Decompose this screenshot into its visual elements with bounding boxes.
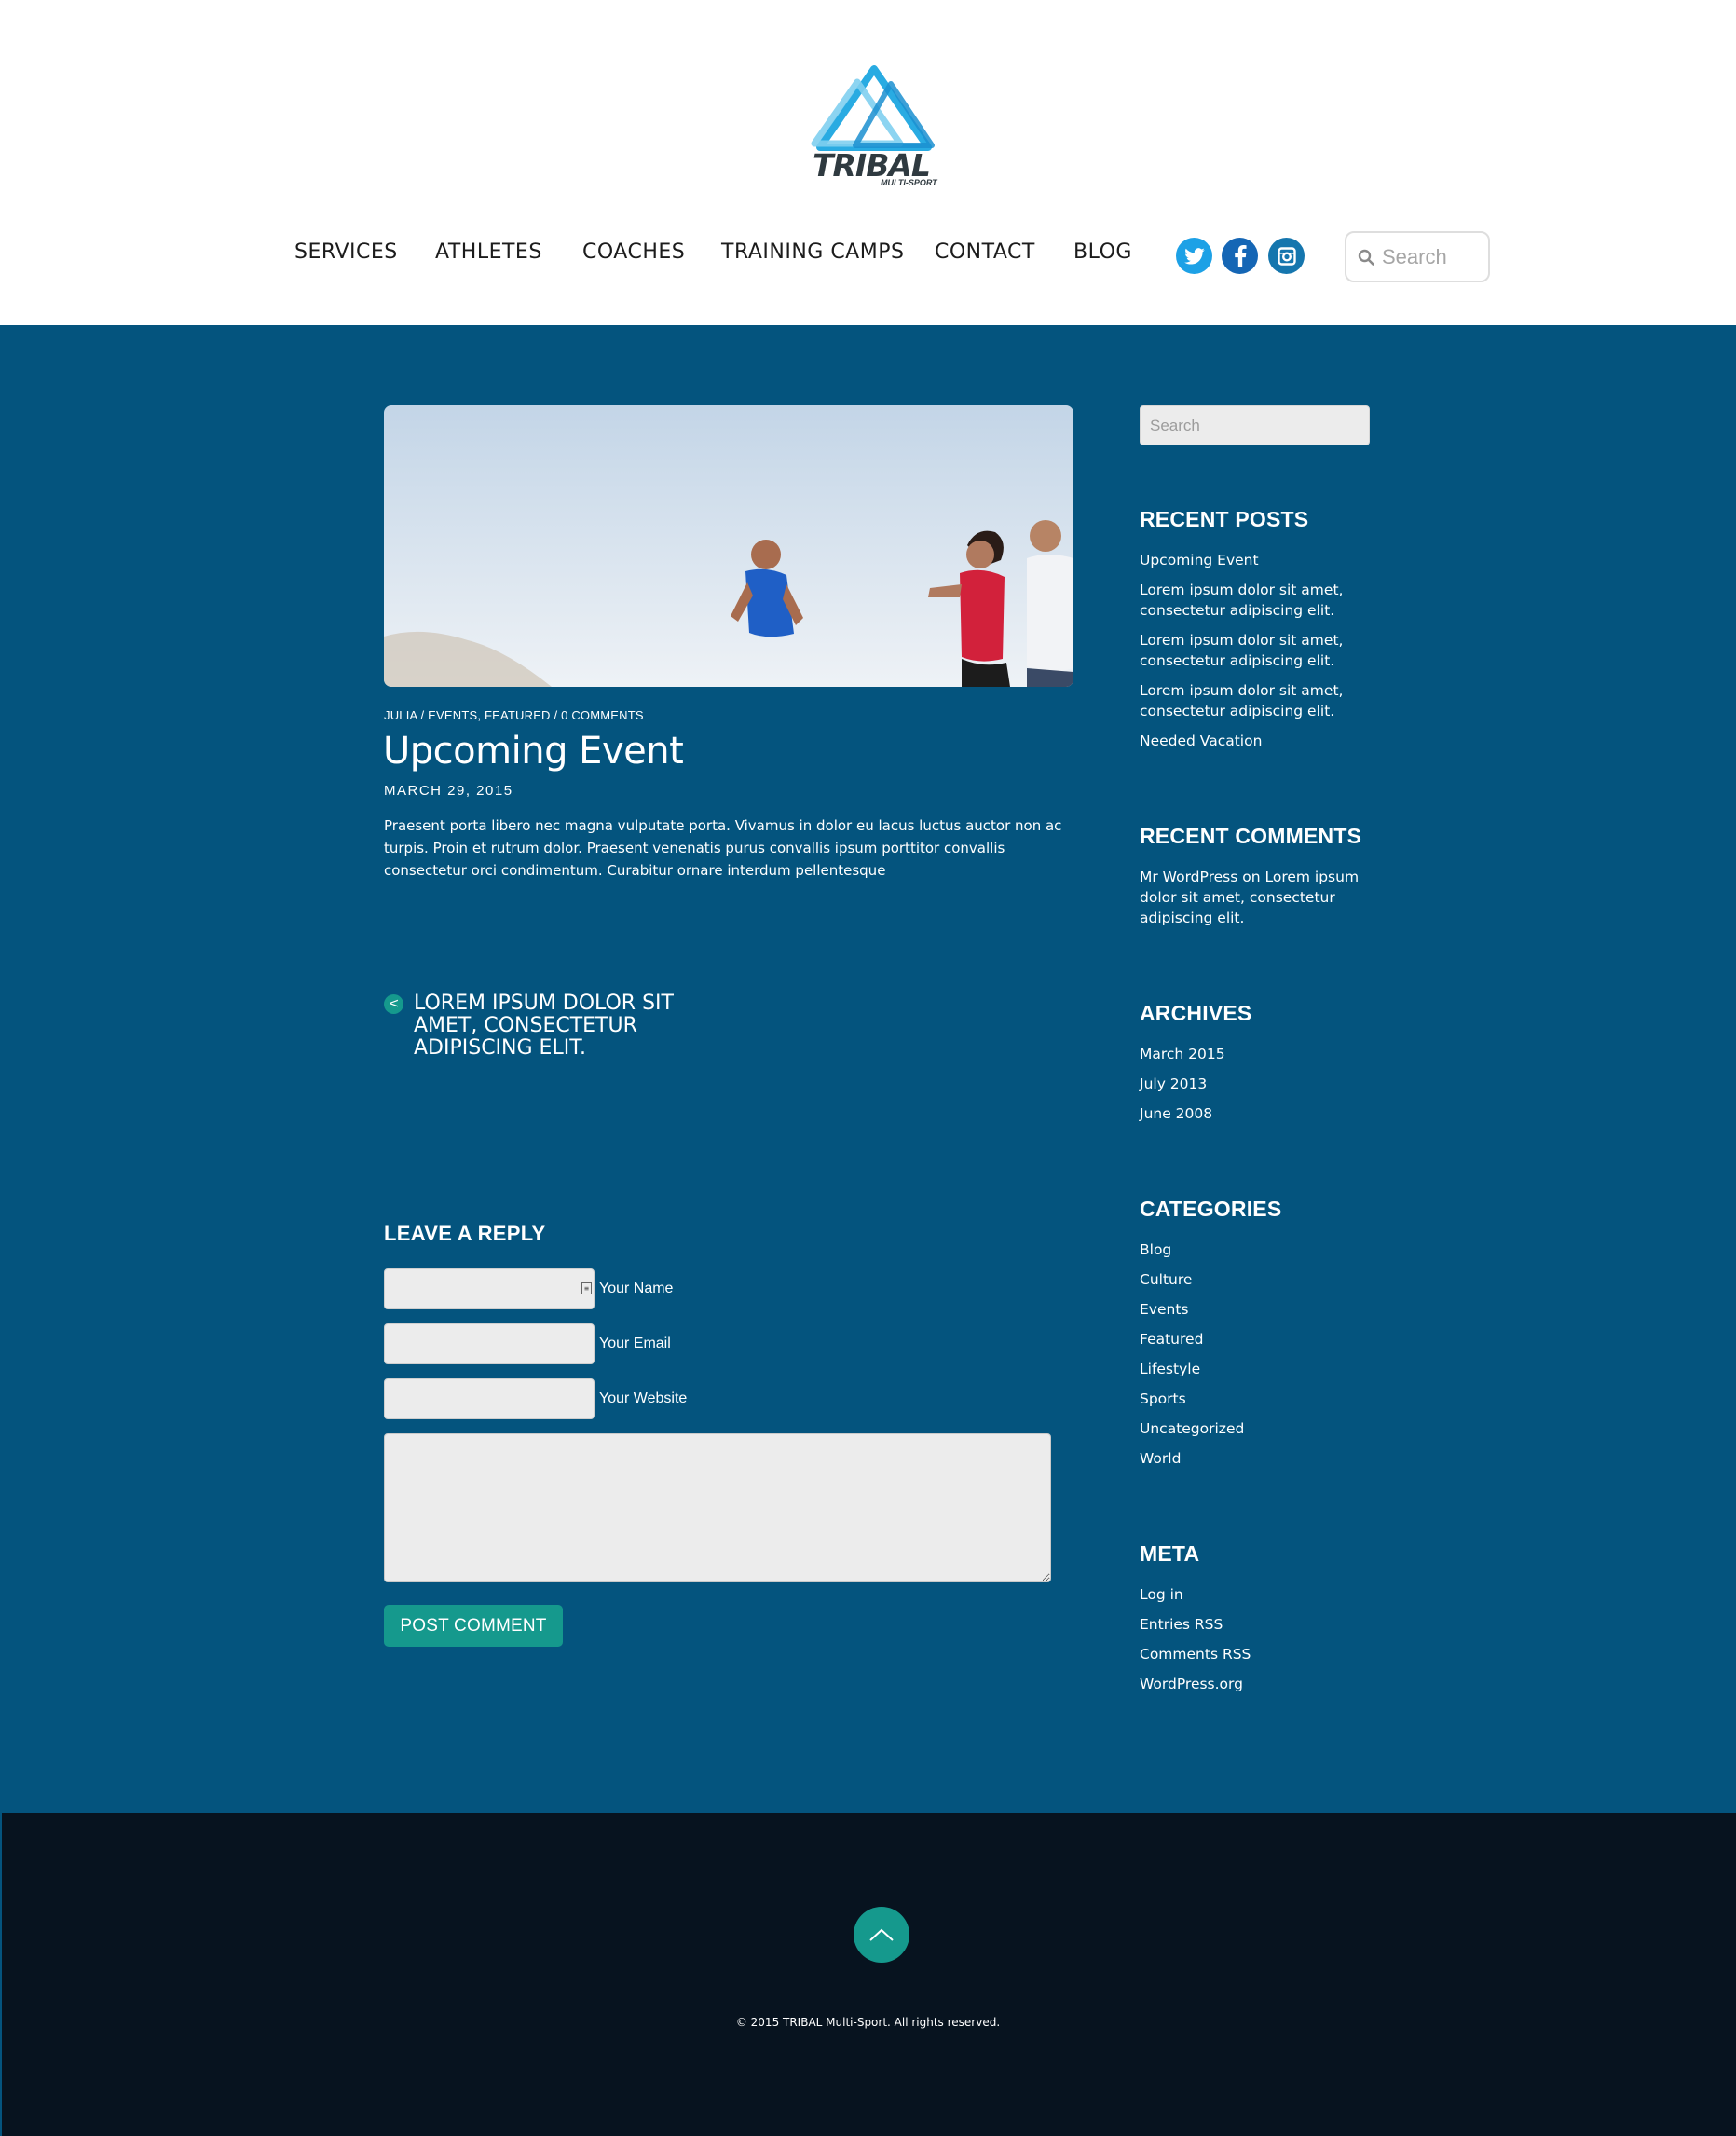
archive-link[interactable]: June 2008 (1140, 1103, 1363, 1124)
nav-training-camps[interactable]: TRAINING CAMPS (721, 240, 904, 264)
copyright: © 2015 TRIBAL Multi-Sport. All rights re… (735, 2016, 1001, 2029)
category-link[interactable]: Uncategorized (1140, 1418, 1363, 1439)
meta-link[interactable]: Log in (1140, 1584, 1363, 1605)
twitter-icon[interactable] (1176, 238, 1212, 274)
recent-comments-title: RECENT COMMENTS (1140, 824, 1362, 848)
post-meta: JULIA / EVENTS, FEATURED / 0 COMMENTS (384, 708, 644, 722)
recent-post-link[interactable]: Needed Vacation (1140, 731, 1363, 751)
header-search (1345, 231, 1490, 282)
post-body: Praesent porta libero nec magna vulputat… (384, 817, 1062, 879)
post-title: Upcoming Event (383, 730, 684, 773)
category-link[interactable]: World (1140, 1448, 1363, 1469)
site-header: TRIBAL MULTI-SPORT SERVICES ATHLETES COA… (0, 0, 1736, 325)
facebook-icon[interactable] (1222, 238, 1258, 274)
nav-services[interactable]: SERVICES (294, 240, 398, 264)
reply-title: LEAVE A REPLY (384, 1222, 546, 1245)
meta-title: META (1140, 1541, 1200, 1566)
website-input[interactable] (384, 1378, 595, 1419)
category-link[interactable]: Lifestyle (1140, 1359, 1363, 1379)
recent-post-link[interactable]: Upcoming Event (1140, 550, 1363, 570)
chevron-left-icon: < (384, 994, 403, 1014)
previous-post-title: LOREM IPSUM DOLOR SIT AMET, CONSECTETUR … (414, 992, 674, 1060)
category-link[interactable]: Blog (1140, 1239, 1363, 1260)
back-to-top-button[interactable] (854, 1907, 909, 1963)
recent-posts-list: Upcoming Event Lorem ipsum dolor sit ame… (1140, 550, 1363, 760)
logo-subtext: MULTI-SPORT (881, 178, 937, 187)
post-comment-button[interactable]: POST COMMENT (384, 1605, 563, 1647)
chevron-up-icon (869, 1928, 894, 1941)
archives-title: ARCHIVES (1140, 1001, 1252, 1025)
categories-title: CATEGORIES (1140, 1197, 1282, 1221)
nav-coaches[interactable]: COACHES (582, 240, 685, 264)
recent-post-link[interactable]: Lorem ipsum dolor sit amet, consectetur … (1140, 580, 1363, 621)
website-field-row: Your Website (384, 1378, 757, 1419)
meta-link[interactable]: WordPress.org (1140, 1674, 1363, 1694)
featured-image (384, 405, 1073, 687)
nav-contact[interactable]: CONTACT (935, 240, 1035, 264)
meta-list: Log in Entries RSS Comments RSS WordPres… (1140, 1584, 1363, 1704)
sidebar-search-input[interactable] (1140, 405, 1370, 445)
recent-comment[interactable]: Mr WordPress on Lorem ipsum dolor sit am… (1140, 867, 1363, 928)
nav-athletes[interactable]: ATHLETES (435, 240, 542, 264)
meta-link[interactable]: Entries RSS (1140, 1614, 1363, 1635)
category-link[interactable]: Featured (1140, 1329, 1363, 1349)
website-label: Your Website (599, 1390, 688, 1406)
categories-list: Blog Culture Events Featured Lifestyle S… (1140, 1239, 1363, 1478)
email-label: Your Email (599, 1335, 671, 1351)
nav-blog[interactable]: BLOG (1073, 240, 1132, 264)
site-footer (0, 1813, 1736, 2136)
name-label: Your Name (599, 1280, 674, 1296)
comment-textarea[interactable] (384, 1433, 1051, 1582)
previous-post-link[interactable]: < LOREM IPSUM DOLOR SIT AMET, CONSECTETU… (384, 993, 693, 1060)
recent-post-link[interactable]: Lorem ipsum dolor sit amet, consectetur … (1140, 680, 1363, 721)
archive-link[interactable]: July 2013 (1140, 1074, 1363, 1094)
category-link[interactable]: Sports (1140, 1389, 1363, 1409)
instagram-icon[interactable] (1268, 238, 1305, 274)
meta-link[interactable]: Comments RSS (1140, 1644, 1363, 1664)
post-date: MARCH 29, 2015 (384, 783, 513, 799)
name-field-row: ≡ Your Name (384, 1268, 757, 1309)
category-link[interactable]: Events (1140, 1299, 1363, 1320)
recent-post-link[interactable]: Lorem ipsum dolor sit amet, consectetur … (1140, 630, 1363, 671)
name-input[interactable] (384, 1268, 595, 1309)
archive-link[interactable]: March 2015 (1140, 1044, 1363, 1064)
recent-posts-title: RECENT POSTS (1140, 507, 1309, 531)
email-field-row: Your Email (384, 1323, 757, 1364)
email-input[interactable] (384, 1323, 595, 1364)
search-icon (1358, 249, 1374, 266)
category-link[interactable]: Culture (1140, 1269, 1363, 1290)
archives-list: March 2015 July 2013 June 2008 (1140, 1044, 1363, 1133)
header-search-input[interactable] (1382, 244, 1484, 269)
autofill-icon: ≡ (581, 1282, 592, 1294)
